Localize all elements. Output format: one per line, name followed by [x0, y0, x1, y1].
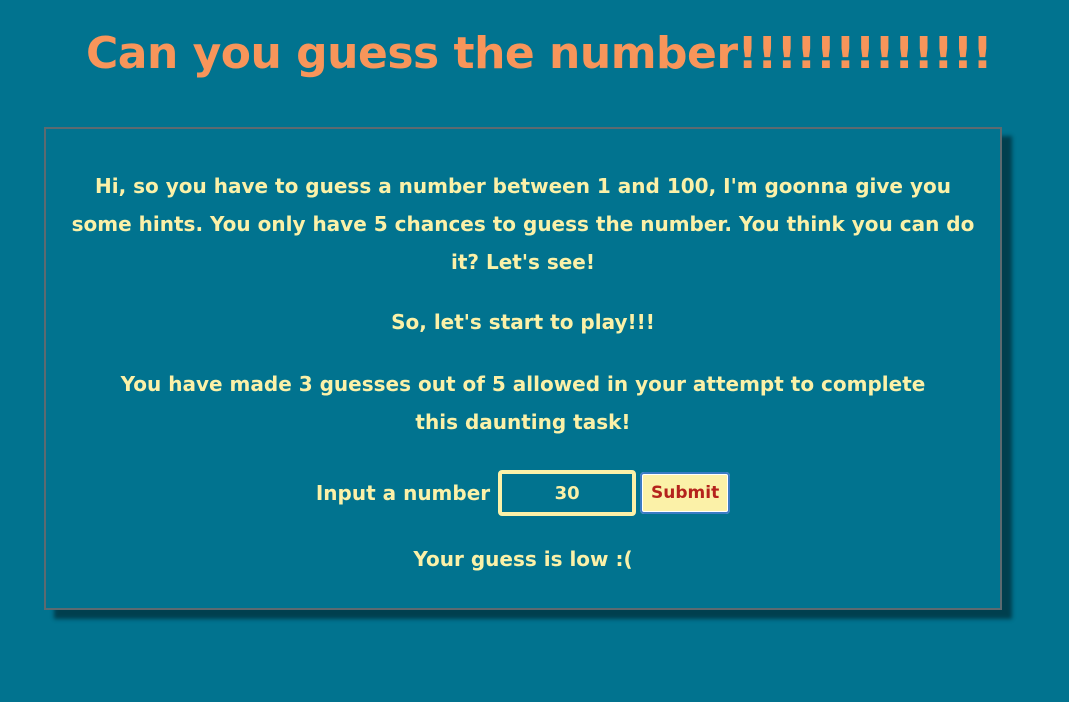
page-title: Can you guess the number!!!!!!!!!!!!!	[86, 28, 992, 79]
guess-input-row: Input a number Submit	[46, 470, 1000, 516]
game-card: Hi, so you have to guess a number betwee…	[44, 127, 1002, 610]
number-input-label: Input a number	[315, 481, 491, 505]
intro-text: Hi, so you have to guess a number betwee…	[71, 174, 975, 274]
result-message: Your guess is low :(	[413, 547, 633, 571]
start-text: So, let's start to play!!!	[391, 310, 655, 334]
guess-count-text: You have made 3 guesses out of 5 allowed…	[120, 372, 926, 434]
number-input[interactable]	[498, 470, 637, 516]
submit-button[interactable]: Submit	[640, 472, 731, 514]
